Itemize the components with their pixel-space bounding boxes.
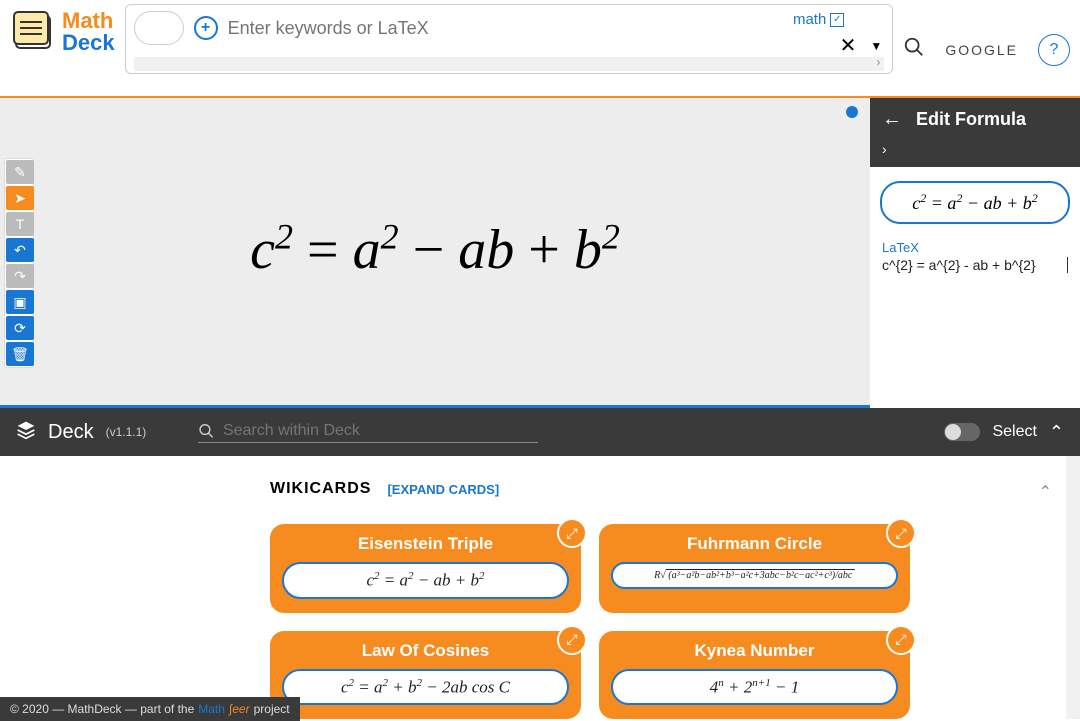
wikicard[interactable]: ⤢ Eisenstein Triple c2 = a2 − ab + b2 [270, 524, 581, 613]
expand-card-icon[interactable]: ⤢ [557, 518, 587, 548]
formula-preview[interactable]: c2 = a2 − ab + b2 [880, 181, 1070, 224]
clear-icon[interactable]: ✕ [840, 33, 857, 58]
logo-text-math: Math [62, 10, 115, 32]
wikicards-title: WIKICARDS [270, 480, 371, 498]
logo[interactable]: Math Deck [10, 8, 115, 56]
card-title: Kynea Number [611, 641, 898, 661]
deck-search-input[interactable] [223, 422, 538, 440]
expand-cards-link[interactable]: [EXPAND CARDS] [387, 482, 499, 497]
deck-title: Deck [48, 421, 94, 444]
deck-version: (v1.1.1) [106, 425, 147, 439]
collapse-deck-icon[interactable]: ⌃ [1049, 422, 1064, 443]
card-title: Law Of Cosines [282, 641, 569, 661]
search-container: math ✓ + ✕ ▼ [125, 4, 894, 74]
search-input[interactable] [228, 18, 885, 39]
redo-tool[interactable]: ↷ [6, 264, 34, 288]
text-tool[interactable]: T [6, 212, 34, 236]
help-button[interactable]: ? [1038, 34, 1070, 66]
footer: © 2020 — MathDeck — part of the Math ∫eer… [0, 697, 300, 721]
pen-tool[interactable]: ✎ [6, 160, 34, 184]
search-icon[interactable] [903, 36, 925, 64]
chevron-right-icon[interactable]: › [882, 141, 1068, 157]
logo-text-deck: Deck [62, 32, 115, 54]
math-toggle-label: math [793, 11, 826, 28]
refresh-tool[interactable]: ⟳ [6, 316, 34, 340]
select-toggle[interactable] [944, 423, 980, 441]
chip-scrollbar[interactable] [134, 57, 885, 71]
card-title: Eisenstein Triple [282, 534, 569, 554]
undo-tool[interactable]: ↶ [6, 238, 34, 262]
expand-card-icon[interactable]: ⤢ [557, 625, 587, 655]
canvas-formula[interactable]: c2 = a2 − ab + b2 [250, 215, 620, 282]
footer-brand1[interactable]: Math [198, 702, 225, 716]
canvas-area[interactable]: ✎ ➤ T ↶ ↷ ▣ ⟳ 🗑 c2 = a2 − ab + b2 [0, 98, 870, 408]
deck-bar: Deck (v1.1.1) Select ⌃ [0, 408, 1080, 456]
card-formula[interactable]: R√ (a³−a²b−ab²+b³−a²c+3abc−b²c−ac²+c³)/a… [611, 562, 898, 589]
edit-formula-panel: ← Edit Formula › c2 = a2 − ab + b2 LaTeX… [870, 98, 1080, 408]
select-label: Select [992, 423, 1036, 441]
expand-card-icon[interactable]: ⤢ [886, 518, 916, 548]
search-icon [198, 422, 215, 440]
checkbox-icon: ✓ [830, 13, 844, 27]
card-formula[interactable]: c2 = a2 − ab + b2 [282, 562, 569, 599]
add-chip-button[interactable]: + [194, 16, 218, 40]
card-formula[interactable]: c2 = a2 + b2 − 2ab cos C [282, 669, 569, 706]
back-icon[interactable]: ← [882, 108, 902, 131]
formula-chip[interactable] [134, 11, 184, 45]
layers-icon[interactable] [16, 420, 36, 445]
status-dot [846, 106, 858, 118]
wikicard[interactable]: ⤢ Fuhrmann Circle R√ (a³−a²b−ab²+b³−a²c+… [599, 524, 910, 613]
footer-copyright: © 2020 — MathDeck — part of the [10, 702, 194, 716]
trash-tool[interactable]: 🗑 [6, 342, 34, 366]
expand-card-icon[interactable]: ⤢ [886, 625, 916, 655]
deck-content: WIKICARDS [EXPAND CARDS] ⤢ Eisenstein Tr… [0, 456, 1080, 719]
canvas-toolbar: ✎ ➤ T ↶ ↷ ▣ ⟳ 🗑 [4, 158, 34, 368]
wikicard[interactable]: ⤢ Law Of Cosines c2 = a2 + b2 − 2ab cos … [270, 631, 581, 719]
google-button[interactable]: GOOGLE [945, 42, 1018, 58]
deck-search[interactable] [198, 422, 538, 443]
logo-icon [10, 8, 58, 56]
collapse-section-icon[interactable]: ⌃ [1039, 482, 1052, 502]
footer-brand2[interactable]: ∫eer [229, 702, 250, 716]
card-formula[interactable]: 4n + 2n+1 − 1 [611, 669, 898, 706]
wikicard[interactable]: ⤢ Kynea Number 4n + 2n+1 − 1 [599, 631, 910, 719]
deck-scrollbar[interactable] [1066, 456, 1080, 719]
pointer-tool[interactable]: ➤ [6, 186, 34, 210]
math-toggle[interactable]: math ✓ [793, 11, 844, 28]
latex-label: LaTeX [882, 240, 1068, 255]
latex-input[interactable]: c^{2} = a^{2} - ab + b^{2} [882, 257, 1068, 273]
dropdown-icon[interactable]: ▼ [870, 39, 882, 53]
card-title: Fuhrmann Circle [611, 534, 898, 554]
edit-panel-title: Edit Formula [916, 109, 1026, 130]
image-tool[interactable]: ▣ [6, 290, 34, 314]
footer-tail: project [254, 702, 290, 716]
